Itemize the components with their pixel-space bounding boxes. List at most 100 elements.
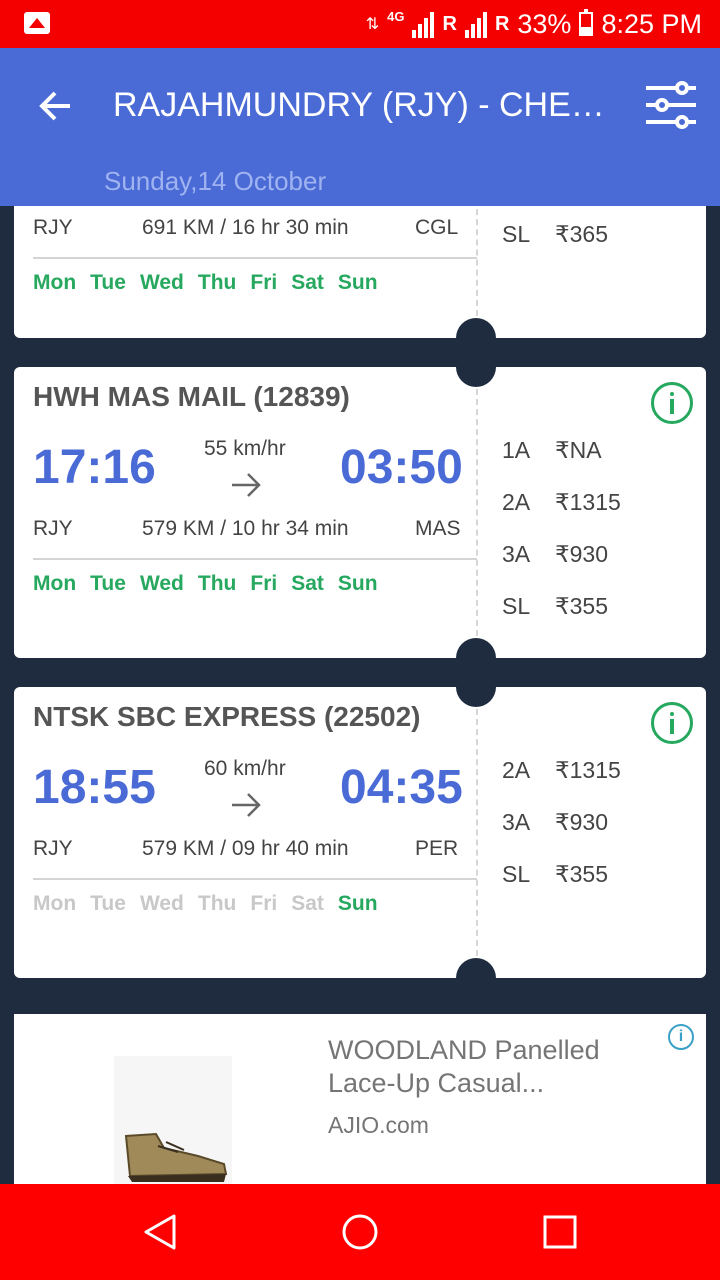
fare-class: 2A xyxy=(502,489,531,515)
info-icon[interactable] xyxy=(651,702,693,744)
fare-row: 2A ₹1315 xyxy=(502,757,621,809)
fare-class: 3A xyxy=(502,541,531,567)
distance-duration: 579 KM / 10 hr 34 min xyxy=(142,517,349,540)
day-wed: Wed xyxy=(139,572,184,595)
fare-class: 1A xyxy=(502,437,531,463)
clock: 8:25 PM xyxy=(601,8,702,39)
fare-price: ₹930 xyxy=(555,541,609,567)
day-fri: Fri xyxy=(250,892,278,915)
run-days: Mon Tue Wed Thu Fri Sat Sun xyxy=(33,271,378,295)
battery-percent: 33% xyxy=(517,8,572,39)
from-station: RJY xyxy=(33,837,73,860)
ad-product-image[interactable] xyxy=(114,1056,232,1184)
day-tue: Tue xyxy=(90,892,126,915)
fare-class: 3A xyxy=(502,809,531,835)
train-list[interactable]: RJY 691 KM / 16 hr 30 min CGL Mon Tue We… xyxy=(0,206,720,1184)
train-card-12839[interactable]: HWH MAS MAIL (12839) 17:16 55 km/hr 03:5… xyxy=(14,347,706,678)
card-separator xyxy=(33,558,477,560)
train-card-22502[interactable]: NTSK SBC EXPRESS (22502) 18:55 60 km/hr … xyxy=(14,667,706,998)
day-sat: Sat xyxy=(291,892,324,915)
fare-row: 2A ₹1315 xyxy=(502,489,621,541)
signal-icon xyxy=(412,10,435,38)
network-type: 4G xyxy=(387,8,405,24)
fare-class: SL xyxy=(502,593,531,619)
fare-class: SL xyxy=(502,861,531,887)
card-divider xyxy=(476,709,478,956)
day-fri: Fri xyxy=(250,271,278,294)
arrow-right-icon xyxy=(232,793,261,817)
fare-row: 1A ₹NA xyxy=(502,437,621,489)
ad-title[interactable]: WOODLAND Panelled Lace-Up Casual... xyxy=(328,1034,658,1100)
day-sat: Sat xyxy=(291,572,324,595)
arrival-time: 03:50 xyxy=(340,441,463,494)
run-days: Mon Tue Wed Thu Fri Sat Sun xyxy=(33,572,378,596)
day-wed: Wed xyxy=(139,892,184,915)
roaming-indicator: R xyxy=(442,12,457,35)
route-title: RAJAHMUNDRY (RJY) - CHEN... xyxy=(113,86,623,124)
card-separator xyxy=(33,878,477,880)
signal-icon-2 xyxy=(464,10,487,38)
fare-row: 3A ₹930 xyxy=(502,541,621,593)
info-icon[interactable] xyxy=(651,382,693,424)
card-divider xyxy=(476,389,478,636)
train-name: NTSK SBC EXPRESS (22502) xyxy=(33,701,421,732)
status-bar: ⇅ 4G R R 33% 8:25 PM xyxy=(0,0,720,48)
fare-price: ₹1315 xyxy=(555,757,621,783)
day-thu: Thu xyxy=(197,572,237,595)
day-tue: Tue xyxy=(90,271,126,294)
day-mon: Mon xyxy=(33,572,77,595)
fare-class: SL xyxy=(502,221,531,247)
app-bar: RAJAHMUNDRY (RJY) - CHEN... Sunday,14 Oc… xyxy=(0,48,720,206)
to-station: PER xyxy=(415,837,459,860)
ad-source[interactable]: AJIO.com xyxy=(328,1112,429,1139)
train-card-partial[interactable]: RJY 691 KM / 16 hr 30 min CGL Mon Tue We… xyxy=(14,206,706,358)
filter-sliders-icon[interactable] xyxy=(644,80,698,130)
card-notch xyxy=(456,958,496,998)
day-sat: Sat xyxy=(291,271,324,294)
to-station: MAS xyxy=(415,517,461,540)
fare-price: ₹1315 xyxy=(555,489,621,515)
journey-date: Sunday,14 October xyxy=(104,166,327,196)
distance-duration: 691 KM / 16 hr 30 min xyxy=(142,216,349,239)
departure-time: 18:55 xyxy=(33,761,156,814)
gallery-notification-icon xyxy=(24,12,50,34)
train-name: HWH MAS MAIL (12839) xyxy=(33,381,350,412)
fare-list: 2A ₹1315 3A ₹930 SL ₹355 xyxy=(502,757,621,913)
arrow-right-icon xyxy=(232,473,261,497)
ad-banner[interactable]: WOODLAND Panelled Lace-Up Casual... AJIO… xyxy=(14,1014,706,1184)
nav-home-icon[interactable] xyxy=(340,1212,380,1252)
fare-price: ₹355 xyxy=(555,593,609,619)
day-tue: Tue xyxy=(90,572,126,595)
distance-duration: 579 KM / 09 hr 40 min xyxy=(142,837,349,860)
navigation-bar xyxy=(0,1184,720,1280)
fare-list: SL ₹365 xyxy=(502,221,608,273)
ad-info-icon[interactable]: i xyxy=(668,1024,694,1050)
day-mon: Mon xyxy=(33,892,77,915)
roaming-indicator-2: R xyxy=(494,12,510,35)
day-mon: Mon xyxy=(33,271,77,294)
fare-list: 1A ₹NA 2A ₹1315 3A ₹930 SL ₹355 xyxy=(502,437,621,645)
card-notch xyxy=(456,667,496,707)
back-arrow-icon[interactable] xyxy=(34,84,78,128)
arrival-time: 04:35 xyxy=(340,761,463,814)
day-sun: Sun xyxy=(337,271,378,294)
average-speed: 60 km/hr xyxy=(204,757,286,780)
day-wed: Wed xyxy=(139,271,184,294)
fare-price: ₹355 xyxy=(555,861,609,887)
departure-time: 17:16 xyxy=(33,441,156,494)
nav-back-icon[interactable] xyxy=(140,1212,180,1252)
data-arrows-icon: ⇅ xyxy=(365,16,380,33)
battery-icon xyxy=(579,9,594,36)
card-divider xyxy=(476,206,478,316)
from-station: RJY xyxy=(33,216,73,239)
nav-recent-apps-icon[interactable] xyxy=(540,1212,580,1252)
fare-price: ₹930 xyxy=(555,809,609,835)
day-thu: Thu xyxy=(197,892,237,915)
day-sun: Sun xyxy=(337,572,378,595)
to-station: CGL xyxy=(415,216,459,239)
fare-row: SL ₹365 xyxy=(502,221,608,273)
fare-row: SL ₹355 xyxy=(502,593,621,645)
fare-price: ₹NA xyxy=(555,437,602,463)
average-speed: 55 km/hr xyxy=(204,437,286,460)
day-fri: Fri xyxy=(250,572,278,595)
